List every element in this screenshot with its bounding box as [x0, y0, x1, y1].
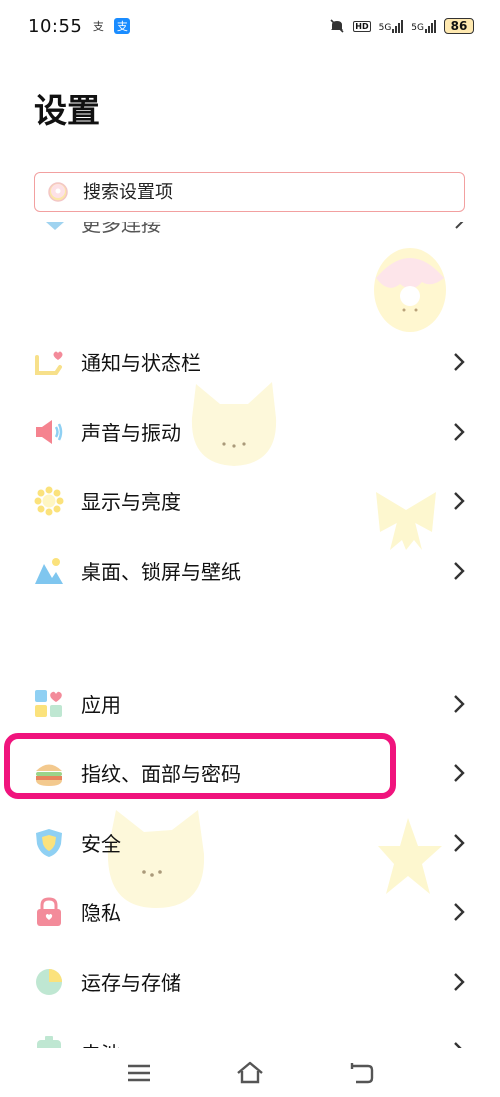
- donut-decoration: [374, 248, 446, 332]
- settings-item-apps[interactable]: 应用: [0, 672, 500, 734]
- status-bar: 10:55 支 支 HD 5G 5G 86: [0, 0, 500, 52]
- menu-icon[interactable]: [124, 1060, 154, 1086]
- settings-item-notifications[interactable]: 通知与状态栏: [0, 330, 500, 392]
- settings-item-label: 声音与振动: [81, 420, 181, 445]
- chevron-right-icon: [454, 353, 465, 371]
- settings-item-security[interactable]: 安全: [0, 811, 500, 873]
- signal-icon: [425, 19, 436, 33]
- lock-icon: [37, 897, 61, 926]
- page-title: 设置: [34, 91, 100, 130]
- highlight-annotation: [4, 733, 396, 799]
- settings-item-label: 显示与亮度: [81, 489, 181, 514]
- sim1-network-label: 5G: [378, 23, 392, 33]
- chevron-right-icon: [454, 834, 465, 852]
- donut-search-icon: [48, 182, 68, 202]
- settings-item-wallpaper[interactable]: 桌面、锁屏与壁纸: [0, 539, 500, 601]
- wallpaper-icon: [35, 558, 63, 584]
- settings-item-sound[interactable]: 声音与振动: [0, 400, 500, 462]
- mute-icon: [330, 19, 344, 33]
- settings-item-label: 通知与状态栏: [81, 350, 201, 375]
- chevron-right-icon: [454, 423, 465, 441]
- status-time: 10:55: [28, 15, 83, 37]
- alipay-app-notification-icon: 支: [114, 18, 131, 34]
- chevron-right-icon: [454, 903, 465, 921]
- settings-item-label: 桌面、锁屏与壁纸: [81, 559, 241, 584]
- settings-item-display[interactable]: 显示与亮度: [0, 469, 500, 531]
- notification-icon: [35, 351, 63, 375]
- settings-item-label: 电池: [81, 1038, 121, 1048]
- search-bar[interactable]: [34, 172, 465, 212]
- storage-icon: [36, 969, 62, 995]
- alipay-notification-icon: 支: [92, 19, 104, 33]
- chevron-right-icon: [455, 222, 464, 229]
- settings-item-label: 应用: [81, 692, 121, 717]
- apps-icon: [35, 690, 62, 717]
- hd-icon: HD: [353, 20, 371, 32]
- speaker-icon: [36, 420, 63, 444]
- home-icon[interactable]: [235, 1060, 265, 1086]
- sim1-signal: 5G: [379, 19, 404, 33]
- sim2-network-label: 5G: [411, 23, 424, 33]
- chevron-right-icon: [454, 1042, 462, 1048]
- chevron-right-icon: [454, 695, 465, 713]
- signal-icon: [392, 19, 404, 33]
- shield-icon: [36, 829, 62, 857]
- settings-item-privacy[interactable]: 隐私: [0, 880, 500, 942]
- settings-item-label: 隐私: [81, 900, 121, 925]
- chevron-right-icon: [454, 492, 465, 510]
- chevron-right-icon: [454, 562, 465, 580]
- status-right: HD 5G 5G 86: [329, 18, 474, 34]
- settings-item-label: 运存与存储: [81, 970, 181, 995]
- status-left: 10:55 支 支: [28, 15, 131, 37]
- connections-icon: [46, 222, 64, 230]
- settings-item-label: 安全: [81, 831, 121, 856]
- sun-icon: [34, 486, 64, 516]
- settings-item-label: 更多连接: [81, 222, 161, 236]
- battery-indicator: 86: [444, 18, 474, 34]
- navigation-bar: [0, 1048, 500, 1097]
- back-icon[interactable]: [346, 1060, 376, 1086]
- settings-item-storage[interactable]: 运存与存储: [0, 950, 500, 1012]
- sim2-signal: 5G: [411, 19, 436, 33]
- settings-item-battery[interactable]: 电池: [0, 1018, 500, 1048]
- chevron-right-icon: [454, 973, 465, 991]
- search-input[interactable]: [83, 181, 423, 203]
- chevron-right-icon: [454, 764, 465, 782]
- battery-icon: [37, 1036, 61, 1048]
